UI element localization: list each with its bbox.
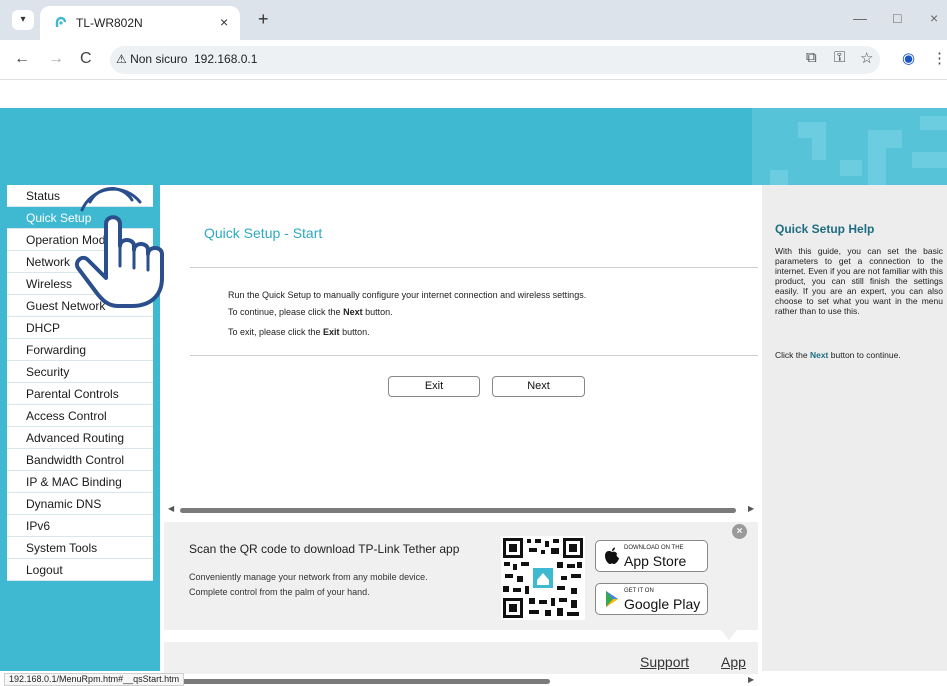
page-title: Quick Setup - Start [204,225,323,241]
exit-prefix: To exit, please click the [228,327,324,337]
google-play-caption: GET IT ON [624,588,654,594]
help-next-bold: Next [809,350,829,360]
page-top-spacer [0,80,947,108]
intro-text: Run the Quick Setup to manually configur… [228,290,587,300]
reload-button[interactable]: C [80,50,92,68]
address-bar-row: ← → C ⚠ Non sicuro 192.168.0.1 ⧉ ⚿ ☆ ◉ ⋮ [0,40,947,80]
promo-close-icon[interactable]: × [732,524,747,539]
browser-tab[interactable]: TL-WR802N × [40,6,240,40]
tab-search-dropdown-icon[interactable]: ▾ [12,10,34,30]
tether-app-promo: Scan the QR code to download TP-Link Tet… [164,522,758,630]
status-bar-url: 192.168.0.1/MenuRpm.htm#__qsStart.htm [4,673,185,686]
page-scrollbar-thumb[interactable] [180,679,550,684]
next-button[interactable]: Next [492,376,585,397]
omnibox[interactable]: ⚠ Non sicuro 192.168.0.1 [110,46,880,74]
sidebar-item-ipv6[interactable]: IPv6 [7,515,153,537]
pointing-hand-icon [75,187,164,308]
tplink-favicon [55,16,67,27]
header-banner [0,108,947,185]
maximize-button[interactable]: □ [893,10,901,26]
google-play-button[interactable]: GET IT ON Google Play [595,583,708,615]
continue-suffix: button. [362,307,393,317]
tab-close-icon[interactable]: × [220,14,228,30]
promo-subtitle-2: Complete control from the palm of your h… [189,587,370,597]
top-divider [190,267,758,268]
support-link[interactable]: Support [640,654,689,670]
google-play-label: Google Play [624,596,701,612]
continue-bold: Next [343,307,363,317]
page-horizontal-scrollbar[interactable]: ▶ [166,675,760,686]
sidebar-item-security[interactable]: Security [7,361,153,383]
sidebar-item-ip-mac-binding[interactable]: IP & MAC Binding [7,471,153,493]
bottom-divider [190,355,758,356]
help-panel: Quick Setup Help With this guide, you ca… [762,185,947,671]
sidebar-item-bandwidth-control[interactable]: Bandwidth Control [7,449,153,471]
sidebar-item-logout[interactable]: Logout [7,559,153,581]
sidebar-item-advanced-routing[interactable]: Advanced Routing [7,427,153,449]
new-tab-button[interactable]: + [258,9,269,30]
minimize-button[interactable]: — [853,10,867,26]
help-title: Quick Setup Help [775,222,875,236]
help-next-suffix: button to continue. [828,350,901,360]
exit-text: To exit, please click the Exit button. [228,327,370,337]
promo-title: Scan the QR code to download TP-Link Tet… [189,542,460,556]
page-footer: Support App [164,642,758,674]
translate-icon[interactable]: ⧉ [806,49,817,66]
apple-icon [605,547,619,564]
app-store-button[interactable]: DOWNLOAD ON THE App Store [595,540,708,572]
menu-dots-icon[interactable]: ⋮ [932,49,947,67]
continue-text: To continue, please click the Next butto… [228,307,393,317]
url-text[interactable]: 192.168.0.1 [194,52,257,66]
help-next-text: Click the Next button to continue. [775,350,901,360]
exit-button[interactable]: Exit [388,376,480,397]
app-link[interactable]: App [721,654,746,670]
browser-titlebar: ▾ TL-WR802N × + — □ × [0,0,947,40]
qr-code [501,536,585,620]
exit-bold: Exit [323,327,340,337]
sidebar-item-system-tools[interactable]: System Tools [7,537,153,559]
app-store-label: App Store [624,553,687,569]
sidebar-item-dynamic-dns[interactable]: Dynamic DNS [7,493,153,515]
security-chip[interactable]: ⚠ Non sicuro [116,52,187,66]
exit-suffix: button. [339,327,370,337]
page-scroll-right-icon[interactable]: ▶ [748,675,754,684]
sidebar-item-parental-controls[interactable]: Parental Controls [7,383,153,405]
google-play-icon [606,591,618,607]
sidebar-item-dhcp[interactable]: DHCP [7,317,153,339]
sidebar-item-access-control[interactable]: Access Control [7,405,153,427]
promo-subtitle-1: Conveniently manage your network from an… [189,572,428,582]
back-button[interactable]: ← [14,50,30,68]
close-window-button[interactable]: × [930,10,938,26]
help-next-prefix: Click the [775,350,810,360]
continue-prefix: To continue, please click the [228,307,344,317]
scrollbar-thumb[interactable] [180,508,736,513]
scroll-left-icon[interactable]: ◀ [168,504,174,513]
promo-pointer [721,630,737,640]
tab-title: TL-WR802N [76,16,143,30]
scroll-right-icon[interactable]: ▶ [748,504,754,513]
app-store-caption: DOWNLOAD ON THE [624,545,684,551]
forward-button[interactable]: → [48,50,64,68]
help-body: With this guide, you can set the basic p… [775,246,943,316]
star-icon[interactable]: ☆ [860,49,873,67]
sidebar-item-forwarding[interactable]: Forwarding [7,339,153,361]
content-horizontal-scrollbar[interactable]: ◀ ▶ [166,504,760,515]
key-icon[interactable]: ⚿ [834,49,845,66]
profile-icon[interactable]: ◉ [902,49,915,67]
